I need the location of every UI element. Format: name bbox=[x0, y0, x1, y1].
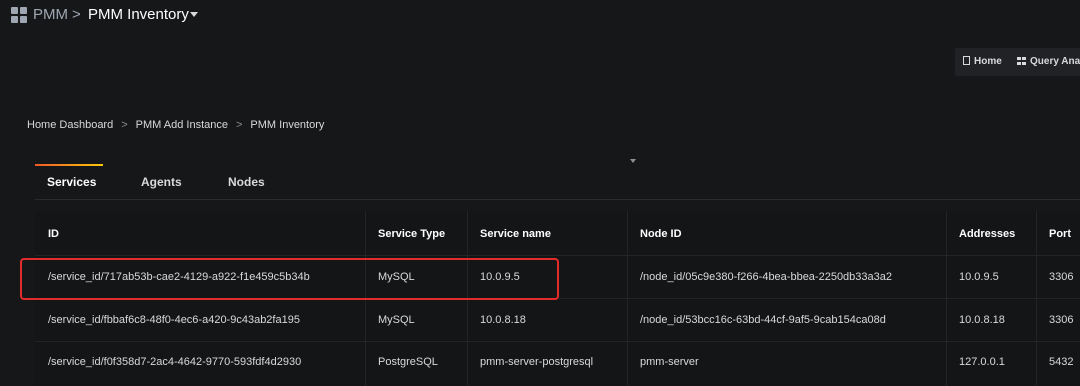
cell-addresses: 127.0.0.1 bbox=[959, 356, 1005, 368]
dashboard-title[interactable]: PMM Inventory bbox=[88, 6, 189, 23]
breadcrumb-home-dashboard[interactable]: Home Dashboard bbox=[27, 119, 113, 131]
home-link-button[interactable]: Home bbox=[963, 48, 1002, 76]
dashboard-links: Home Query Analy bbox=[955, 48, 1080, 76]
highlight-box bbox=[20, 258, 559, 300]
cell-service-id: /service_id/f0f358d7-2ac4-4642-9770-593f… bbox=[48, 356, 302, 368]
cell-node-id: /node_id/05c9e380-f266-4bea-bbea-2250db3… bbox=[640, 271, 893, 283]
chevron-down-icon[interactable] bbox=[630, 159, 636, 163]
page-breadcrumb: Home Dashboard > PMM Add Instance > PMM Inve… bbox=[27, 119, 324, 131]
breadcrumb-separator: > bbox=[121, 119, 128, 131]
cell-service-name: pmm-server-postgresql bbox=[480, 356, 594, 368]
cell-addresses: 10.0.9.5 bbox=[959, 271, 999, 283]
query-analytics-link-button[interactable]: Query Analy bbox=[1017, 48, 1080, 76]
table-row[interactable]: /service_id/f0f358d7-2ac4-4642-9770-593f… bbox=[35, 342, 1080, 385]
document-icon bbox=[963, 56, 970, 65]
chevron-down-icon[interactable] bbox=[190, 12, 198, 17]
dashboard-grid-icon[interactable] bbox=[11, 7, 27, 23]
cell-service-type: PostgreSQL bbox=[378, 356, 438, 368]
home-link-label: Home bbox=[974, 56, 1002, 67]
breadcrumb-separator: > bbox=[235, 119, 243, 131]
cell-addresses: 10.0.8.18 bbox=[959, 314, 1005, 326]
column-header-id[interactable]: ID bbox=[48, 228, 59, 240]
cell-port: 3306 bbox=[1049, 271, 1074, 283]
cell-node-id: /node_id/53bcc16c-63bd-44cf-9af5-9cab154… bbox=[640, 314, 886, 326]
column-header-port[interactable]: Port bbox=[1049, 228, 1071, 240]
breadcrumb-pmm-add-instance[interactable]: PMM Add Instance bbox=[136, 119, 228, 131]
tab-nodes[interactable]: Nodes bbox=[228, 175, 265, 189]
column-header-node-id[interactable]: Node ID bbox=[640, 228, 682, 240]
column-header-service-type[interactable]: Service Type bbox=[378, 228, 445, 240]
breadcrumb-root[interactable]: PMM bbox=[33, 6, 68, 23]
active-tab-indicator bbox=[35, 164, 103, 166]
tab-agents[interactable]: Agents bbox=[141, 175, 182, 189]
top-navbar: PMM > PMM Inventory bbox=[0, 0, 1080, 32]
cell-port: 3306 bbox=[1049, 314, 1074, 326]
tab-divider bbox=[35, 199, 1080, 200]
breadcrumb-separator: > bbox=[72, 6, 81, 23]
column-header-service-name[interactable]: Service name bbox=[480, 228, 551, 240]
column-header-addresses[interactable]: Addresses bbox=[959, 228, 1015, 240]
cell-service-name: 10.0.8.18 bbox=[480, 314, 526, 326]
cell-service-id: /service_id/fbbaf6c8-48f0-4ec6-a420-9c43… bbox=[48, 314, 300, 326]
cell-node-id: pmm-server bbox=[640, 356, 699, 368]
query-analytics-label: Query Analy bbox=[1030, 56, 1080, 67]
breadcrumb-pmm-inventory: PMM Inventory bbox=[250, 119, 325, 131]
tab-services[interactable]: Services bbox=[47, 175, 96, 189]
cell-service-type: MySQL bbox=[378, 314, 415, 326]
cell-port: 5432 bbox=[1049, 356, 1074, 368]
table-row[interactable]: /service_id/fbbaf6c8-48f0-4ec6-a420-9c43… bbox=[35, 299, 1080, 342]
grid-icon bbox=[1017, 57, 1026, 65]
